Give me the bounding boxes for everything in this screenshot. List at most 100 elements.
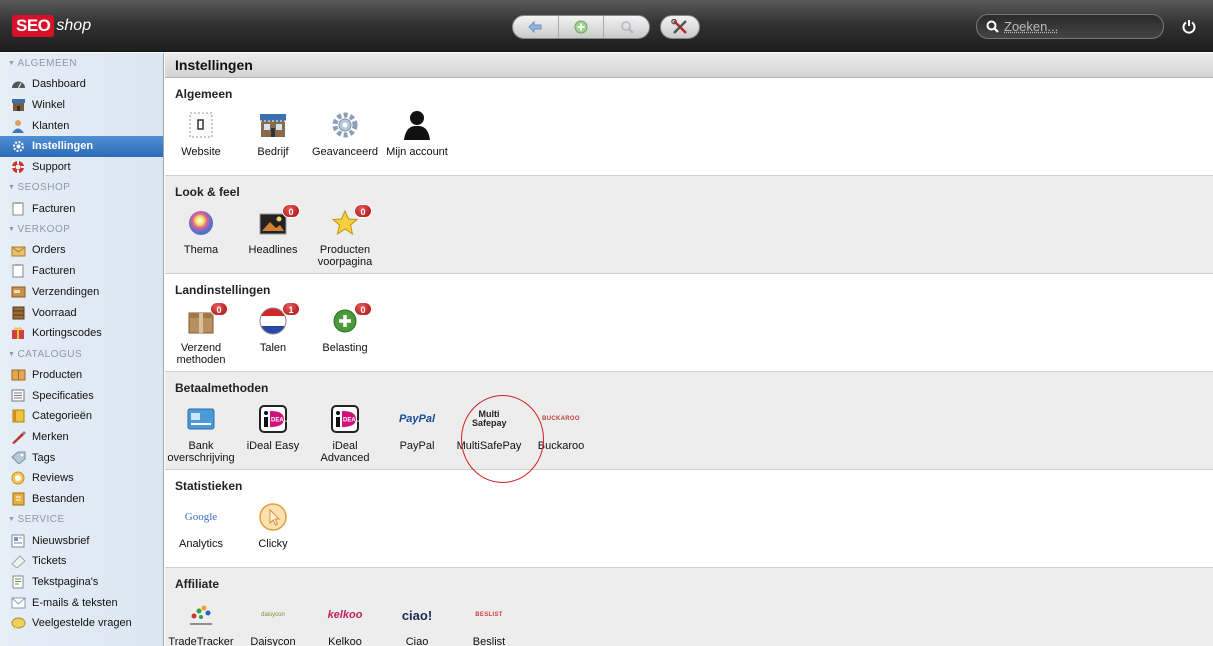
sidebar-section-seoshop[interactable]: ▼ SEOSHOP xyxy=(0,177,163,198)
group-title: Betaalmethoden xyxy=(175,381,269,395)
invoice-icon xyxy=(10,264,26,279)
sidebar-item-tickets[interactable]: Tickets xyxy=(0,551,163,572)
sidebar-section-service[interactable]: ▼ SERVICE xyxy=(0,509,163,530)
group-title: Landinstellingen xyxy=(175,283,271,297)
tile-daisycon[interactable]: daisycon Daisycon xyxy=(237,598,309,646)
logo-shop-text: shop xyxy=(56,17,92,34)
sidebar-item-tekstpaginas[interactable]: Tekstpagina's xyxy=(0,572,163,593)
sidebar-item-categorieen[interactable]: Categorieën xyxy=(0,406,163,427)
kelkoo-logo-icon: kelkoo xyxy=(327,609,363,621)
back-button[interactable] xyxy=(513,16,559,38)
tile-buckaroo[interactable]: BUCKAROO Buckaroo xyxy=(525,402,597,464)
ciao-logo-icon: ciao! xyxy=(401,607,433,623)
tile-paypal[interactable]: PayPal PayPal xyxy=(381,402,453,464)
sidebar-item-instellingen[interactable]: Instellingen xyxy=(0,136,163,157)
tile-analytics[interactable]: Google Analytics xyxy=(165,500,237,550)
website-icon xyxy=(189,112,213,138)
invoice-icon xyxy=(10,201,26,216)
buckaroo-logo-icon: BUCKAROO xyxy=(542,416,580,422)
tools-button[interactable] xyxy=(660,15,700,39)
tile-bedrijf[interactable]: Bedrijf xyxy=(237,108,309,158)
tile-mijn-account[interactable]: Mijn account xyxy=(381,108,453,158)
logout-button[interactable] xyxy=(1176,14,1202,38)
sidebar-item-facturen[interactable]: Facturen xyxy=(0,198,163,219)
lifebuoy-icon xyxy=(10,160,26,175)
settings-group-algemeen: Algemeen Website Bedrijf Geavanceerd Mij… xyxy=(165,78,1213,176)
sidebar-item-support[interactable]: Support xyxy=(0,157,163,178)
tile-ideal-easy[interactable]: DEAL iDeal Easy xyxy=(237,402,309,464)
sidebar-item-bestanden[interactable]: Bestanden xyxy=(0,489,163,510)
categories-icon xyxy=(10,409,26,424)
tile-clicky[interactable]: Clicky xyxy=(237,500,309,550)
tile-producten-voorpagina[interactable]: 0 Producten voorpagina xyxy=(309,204,381,268)
tile-bank-overschrijving[interactable]: Bank overschrijving xyxy=(165,402,237,464)
tile-headlines[interactable]: 0 Headlines xyxy=(237,204,309,268)
clicky-icon xyxy=(259,503,287,531)
newsletter-icon xyxy=(10,533,26,548)
multisafepay-logo-icon: Multi Safepay xyxy=(472,409,507,428)
tile-belasting[interactable]: 0 Belasting xyxy=(309,302,381,366)
sidebar-item-tags[interactable]: Tags xyxy=(0,447,163,468)
tradetracker-logo-icon xyxy=(190,605,212,625)
magnifier-icon xyxy=(620,21,634,34)
gift-icon xyxy=(10,326,26,341)
tile-talen[interactable]: 1 Talen xyxy=(237,302,309,366)
tile-verzend-methoden[interactable]: 0 Verzend methoden xyxy=(165,302,237,366)
tile-thema[interactable]: Thema xyxy=(165,206,237,268)
main-content: Instellingen Algemeen Website Bedrijf Ge… xyxy=(165,53,1213,646)
daisycon-logo-icon: daisycon xyxy=(261,612,285,618)
group-title: Statistieken xyxy=(175,479,243,493)
paypal-logo-icon: PayPal xyxy=(398,413,436,425)
sidebar-item-verzendingen[interactable]: Verzendingen xyxy=(0,282,163,303)
settings-group-look-feel: Look & feel Thema 0 Headlines 0 Producte… xyxy=(165,176,1213,274)
sidebar-item-klanten[interactable]: Klanten xyxy=(0,115,163,136)
gear-icon xyxy=(10,139,26,154)
sidebar-item-specificaties[interactable]: Specificaties xyxy=(0,385,163,406)
sidebar-item-merken[interactable]: Merken xyxy=(0,427,163,448)
tile-beslist[interactable]: BESLIST Beslist xyxy=(453,598,525,646)
brand-icon xyxy=(10,429,26,444)
sidebar-item-producten[interactable]: Producten xyxy=(0,365,163,386)
tile-website[interactable]: Website xyxy=(165,108,237,158)
sidebar-item-voorraad[interactable]: Voorraad xyxy=(0,302,163,323)
sidebar-item-nieuwsbrief[interactable]: Nieuwsbrief xyxy=(0,530,163,551)
svg-text:DEAL: DEAL xyxy=(343,418,360,424)
customers-icon xyxy=(10,118,26,133)
sidebar-item-faq[interactable]: Veelgestelde vragen xyxy=(0,613,163,634)
settings-group-statistieken: Statistieken Google Analytics Clicky xyxy=(165,470,1213,568)
sidebar-item-facturen-verkoop[interactable]: Facturen xyxy=(0,261,163,282)
seoshop-logo[interactable]: SEO shop xyxy=(12,14,91,38)
google-logo-icon: Google xyxy=(184,511,218,523)
sidebar-section-verkoop[interactable]: ▼ VERKOOP xyxy=(0,219,163,240)
top-bar: SEO shop xyxy=(0,0,1213,52)
producten-voorpagina-badge: 0 xyxy=(354,204,372,218)
section-label: CATALOGUS xyxy=(17,348,83,360)
sidebar-item-kortingscodes[interactable]: Kortingscodes xyxy=(0,323,163,344)
search-input[interactable] xyxy=(1004,19,1154,34)
tile-geavanceerd[interactable]: Geavanceerd xyxy=(309,108,381,158)
account-icon xyxy=(404,111,430,140)
sidebar-section-algemeen[interactable]: ▼ ALGEMEEN xyxy=(0,53,163,74)
tile-multisafepay[interactable]: Multi Safepay MultiSafePay xyxy=(453,402,525,464)
sidebar-item-reviews[interactable]: Reviews xyxy=(0,468,163,489)
tile-tradetracker[interactable]: TradeTracker xyxy=(165,598,237,646)
sidebar-section-catalogus[interactable]: ▼ CATALOGUS xyxy=(0,344,163,365)
reviews-icon xyxy=(10,471,26,486)
search-icon xyxy=(986,20,999,33)
add-button[interactable] xyxy=(559,16,605,38)
sidebar: ▼ ALGEMEEN Dashboard Winkel Klanten Inste… xyxy=(0,53,164,646)
headlines-badge: 0 xyxy=(282,204,300,218)
tile-kelkoo[interactable]: kelkoo Kelkoo xyxy=(309,598,381,646)
power-icon xyxy=(1182,19,1196,34)
tile-ciao[interactable]: ciao! Ciao xyxy=(381,598,453,646)
group-title: Affiliate xyxy=(175,577,220,591)
sidebar-item-orders[interactable]: Orders xyxy=(0,240,163,261)
sidebar-item-winkel[interactable]: Winkel xyxy=(0,95,163,116)
find-button[interactable] xyxy=(604,16,649,38)
email-icon xyxy=(10,595,26,610)
sidebar-item-dashboard[interactable]: Dashboard xyxy=(0,74,163,95)
settings-group-landinstellingen: Landinstellingen 0 Verzend methoden 1 Ta… xyxy=(165,274,1213,372)
files-icon xyxy=(10,492,26,507)
sidebar-item-emails[interactable]: E-mails & teksten xyxy=(0,592,163,613)
tile-ideal-advanced[interactable]: DEAL iDeal Advanced xyxy=(309,402,381,464)
